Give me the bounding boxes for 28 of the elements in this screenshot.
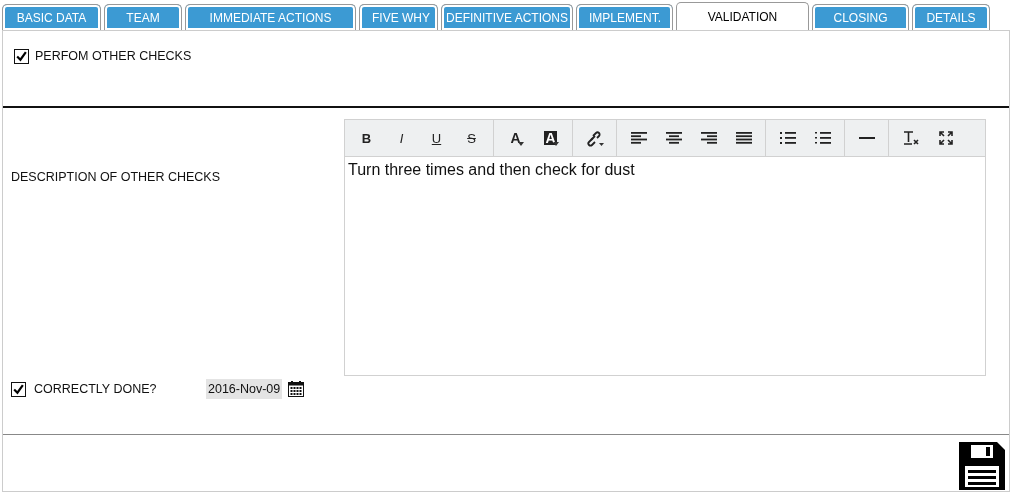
caret-icon	[553, 142, 559, 146]
italic-button[interactable]: I	[384, 121, 419, 155]
background-color-button[interactable]: A	[533, 121, 568, 155]
caret-icon	[518, 142, 524, 146]
text-color-button[interactable]: A	[498, 121, 533, 155]
link-icon	[584, 129, 605, 147]
numbered-list-icon	[814, 132, 831, 144]
checkbox[interactable]	[11, 381, 26, 397]
field-label: DESCRIPTION OF OTHER CHECKS	[11, 170, 221, 184]
editor-text[interactable]: Turn three times and then check for dust	[345, 157, 985, 375]
bullet-list-icon	[779, 132, 796, 144]
underline-button[interactable]: U	[419, 121, 454, 155]
checkbox-label: PERFOM OTHER CHECKS	[35, 49, 192, 63]
checkbox[interactable]	[14, 48, 29, 64]
save-icon[interactable]	[959, 442, 1005, 490]
clear-format-icon	[902, 131, 919, 145]
align-left-icon	[630, 132, 647, 144]
tab[interactable]: VALIDATION	[676, 2, 809, 30]
fullscreen-icon	[938, 131, 953, 145]
checkbox-label: CORRECTLY DONE?	[34, 382, 158, 396]
calendar-icon[interactable]	[288, 381, 305, 397]
justify-icon	[735, 132, 752, 144]
date-field[interactable]: 2016-Nov-09	[206, 379, 283, 399]
bold-button[interactable]: B	[349, 121, 384, 155]
strike-button[interactable]: S	[454, 121, 489, 155]
align-right-icon	[700, 132, 717, 144]
align-center-icon	[665, 132, 682, 144]
horizontal-line-icon	[858, 136, 875, 140]
